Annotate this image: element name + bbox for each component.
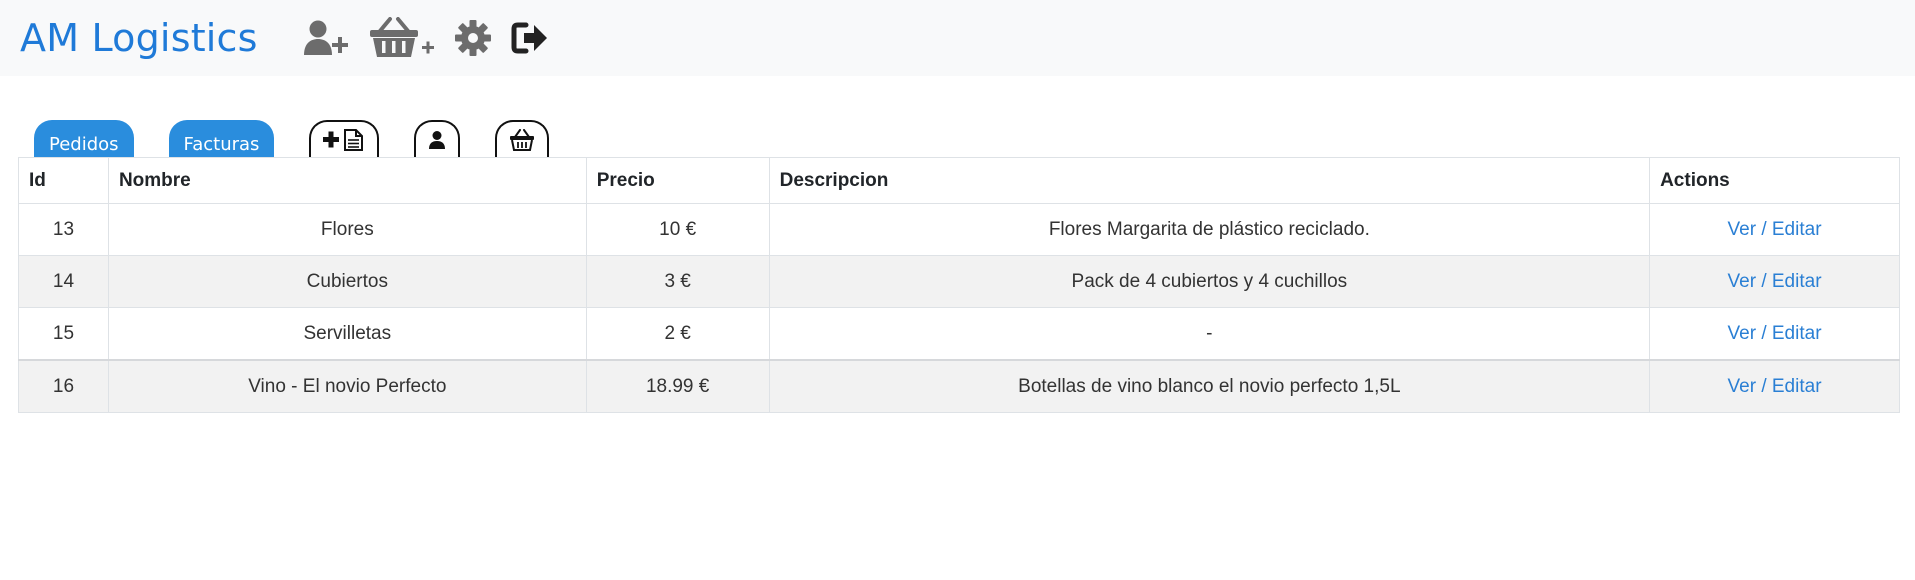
add-basket-icon[interactable] xyxy=(368,17,436,59)
table-row: 16 Vino - El novio Perfecto 18.99 € Bote… xyxy=(18,359,1900,413)
cell-actions: Ver / Editar xyxy=(1649,359,1900,413)
cell-id: 13 xyxy=(18,203,109,256)
column-header-precio: Precio xyxy=(585,157,770,204)
add-document-icon xyxy=(323,129,364,151)
tab-facturas[interactable]: Facturas xyxy=(168,120,275,158)
nav-icons xyxy=(302,17,568,59)
cell-precio: 2 € xyxy=(585,307,770,361)
cell-actions: Ver / Editar xyxy=(1649,203,1900,256)
view-edit-link[interactable]: Ver / Editar xyxy=(1728,376,1822,397)
cell-id: 15 xyxy=(18,307,109,361)
column-header-nombre: Nombre xyxy=(107,157,587,204)
cell-nombre: Vino - El novio Perfecto xyxy=(107,359,587,413)
logout-icon[interactable] xyxy=(510,20,550,56)
cell-descripcion: Botellas de vino blanco el novio perfect… xyxy=(768,359,1651,413)
add-user-icon[interactable] xyxy=(302,19,350,57)
table-row: 14 Cubiertos 3 € Pack de 4 cubiertos y 4… xyxy=(18,255,1900,308)
view-edit-link[interactable]: Ver / Editar xyxy=(1728,323,1822,344)
products-table-wrapper: Id Nombre Precio Descripcion Actions 13 … xyxy=(18,157,1900,413)
cell-precio: 3 € xyxy=(585,255,770,308)
products-table: Id Nombre Precio Descripcion Actions 13 … xyxy=(18,157,1900,413)
tab-bar: Pedidos Facturas xyxy=(34,119,584,158)
cell-nombre: Cubiertos xyxy=(107,255,587,308)
cell-nombre: Flores xyxy=(107,203,587,256)
cell-precio: 18.99 € xyxy=(585,359,770,413)
top-navbar: AM Logistics xyxy=(0,0,1915,76)
tab-user[interactable] xyxy=(414,120,461,158)
column-header-actions: Actions xyxy=(1649,157,1900,204)
cell-descripcion: Pack de 4 cubiertos y 4 cuchillos xyxy=(768,255,1651,308)
cell-id: 16 xyxy=(18,359,109,413)
table-header-row: Id Nombre Precio Descripcion Actions xyxy=(18,157,1900,204)
cell-precio: 10 € xyxy=(585,203,770,256)
view-edit-link[interactable]: Ver / Editar xyxy=(1728,271,1822,292)
cell-actions: Ver / Editar xyxy=(1649,307,1900,361)
tab-add-document[interactable] xyxy=(309,120,380,158)
cell-id: 14 xyxy=(18,255,109,308)
table-row: 13 Flores 10 € Flores Margarita de plást… xyxy=(18,203,1900,256)
user-icon xyxy=(429,131,446,149)
table-row: 15 Servilletas 2 € - Ver / Editar xyxy=(18,307,1900,361)
column-header-id: Id xyxy=(18,157,109,204)
cell-nombre: Servilletas xyxy=(107,307,587,361)
cell-descripcion: - xyxy=(768,307,1651,361)
cell-actions: Ver / Editar xyxy=(1649,255,1900,308)
tab-basket[interactable] xyxy=(495,120,550,158)
column-header-descripcion: Descripcion xyxy=(768,157,1651,204)
settings-gear-icon[interactable] xyxy=(454,19,492,57)
app-title[interactable]: AM Logistics xyxy=(20,19,258,57)
view-edit-link[interactable]: Ver / Editar xyxy=(1728,219,1822,240)
tab-pedidos[interactable]: Pedidos xyxy=(34,120,134,158)
cell-descripcion: Flores Margarita de plástico reciclado. xyxy=(768,203,1651,256)
basket-icon xyxy=(510,129,535,151)
